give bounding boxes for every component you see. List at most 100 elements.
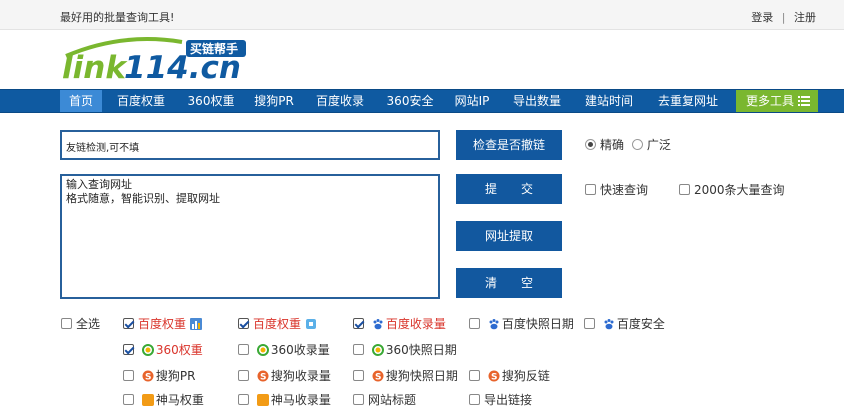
baidu-paw-icon: [489, 319, 499, 330]
svg-text:S: S: [260, 373, 266, 383]
nav-dedupe-url[interactable]: 去重复网址: [652, 90, 724, 112]
checkbox[interactable]: [353, 370, 364, 381]
fast-query-checkbox[interactable]: [585, 184, 596, 195]
checkbox[interactable]: [123, 370, 134, 381]
baidu-mobile-icon: [305, 319, 316, 329]
link-check-input[interactable]: 友链检测,可不填: [60, 130, 440, 160]
checkbox[interactable]: [353, 318, 364, 329]
select-all-option[interactable]: 全选: [61, 315, 100, 332]
site-logo[interactable]: link 114.cn 买链帮手: [62, 34, 252, 86]
checkbox[interactable]: [353, 344, 364, 355]
sogou-icon: S: [257, 370, 269, 382]
account-links: 登录 | 注册: [751, 9, 816, 25]
nav-360-weight[interactable]: 360权重: [181, 90, 241, 112]
checkbox[interactable]: [238, 344, 249, 355]
360-icon: [141, 344, 154, 356]
checkbox[interactable]: [584, 318, 595, 329]
register-link[interactable]: 注册: [794, 9, 816, 25]
opt-baidu-weight-2[interactable]: 百度权重: [238, 315, 319, 332]
checkbox[interactable]: [123, 344, 134, 355]
option-label: 百度收录量: [385, 317, 446, 331]
opt-baidu-safe[interactable]: 百度安全: [584, 315, 665, 332]
checkbox[interactable]: [469, 318, 480, 329]
option-label: 网站标题: [368, 393, 417, 407]
slogan: 最好用的批量查询工具!: [60, 11, 175, 24]
svg-text:S: S: [491, 373, 497, 383]
checkbox[interactable]: [238, 370, 249, 381]
svg-text:S: S: [375, 373, 381, 383]
nav-baidu-index[interactable]: 百度收录: [309, 90, 371, 112]
radio-broad[interactable]: [631, 139, 643, 150]
option-label: 360收录量: [270, 343, 330, 357]
fast-query-label: 快速查询: [600, 183, 649, 197]
nav-360-safe[interactable]: 360安全: [380, 90, 440, 112]
radio-broad-label: 广泛: [646, 138, 671, 152]
logo-badge: 买链帮手: [190, 41, 238, 56]
extract-url-button[interactable]: 网址提取: [456, 221, 562, 251]
radio-exact[interactable]: [585, 139, 596, 150]
fast-query-option[interactable]: 快速查询: [585, 181, 648, 198]
360-icon: [256, 344, 269, 356]
bulk-query-option[interactable]: 2000条大量查询: [679, 181, 785, 198]
shenma-icon: [141, 394, 154, 406]
sogou-icon: S: [488, 370, 500, 382]
option-label: 搜狗反链: [501, 369, 550, 383]
opt-360-weight[interactable]: 360权重: [123, 341, 203, 358]
sogou-icon: S: [142, 370, 154, 382]
radio-exact-label: 精确: [600, 138, 625, 152]
option-label: 神马收录量: [270, 393, 331, 407]
opt-sogou-backlinks[interactable]: S 搜狗反链: [469, 367, 550, 384]
select-all-checkbox[interactable]: [61, 318, 72, 329]
nav-export-count[interactable]: 导出数量: [508, 90, 566, 112]
nav-build-time[interactable]: 建站时间: [580, 90, 638, 112]
login-link[interactable]: 登录: [751, 9, 773, 25]
option-label: 百度权重: [138, 317, 187, 331]
svg-text:link: link: [62, 50, 128, 86]
submit-button[interactable]: 提 交: [456, 174, 562, 204]
opt-360-index[interactable]: 360收录量: [238, 341, 330, 358]
opt-sogou-pr[interactable]: S 搜狗PR: [123, 367, 195, 384]
bulk-query-checkbox[interactable]: [679, 184, 690, 195]
menu-icon: [798, 96, 810, 106]
match-mode: 精确 广泛: [585, 136, 671, 153]
shenma-icon: [256, 394, 269, 406]
opt-baidu-snapshot[interactable]: 百度快照日期: [469, 315, 574, 332]
checkbox[interactable]: [469, 370, 480, 381]
separator: |: [781, 11, 786, 24]
option-label: 神马权重: [155, 393, 204, 407]
select-all-label: 全选: [76, 317, 101, 331]
option-label: 搜狗收录量: [270, 369, 331, 383]
nav-site-ip[interactable]: 网站IP: [447, 90, 497, 112]
baidu-paw-icon: [373, 319, 383, 330]
top-bar: 最好用的批量查询工具! 登录 | 注册: [0, 0, 844, 30]
nav-baidu-weight[interactable]: 百度权重: [111, 90, 171, 112]
option-label: 百度快照日期: [501, 317, 574, 331]
opt-baidu-weight-1[interactable]: 百度权重: [123, 315, 204, 332]
checkbox[interactable]: [123, 318, 134, 329]
check-link-button[interactable]: 检查是否撤链: [456, 130, 562, 160]
opt-sogou-snapshot[interactable]: S 搜狗快照日期: [353, 367, 458, 384]
more-tools-button[interactable]: 更多工具: [736, 90, 818, 112]
clear-button[interactable]: 清 空: [456, 268, 562, 298]
baidu-paw-icon: [604, 319, 614, 330]
sogou-icon: S: [372, 370, 384, 382]
more-tools-label: 更多工具: [746, 94, 795, 108]
opt-sogou-index[interactable]: S 搜狗收录量: [238, 367, 331, 384]
360-icon: [371, 344, 384, 356]
option-label: 搜狗PR: [155, 369, 196, 383]
nav-sogou-pr[interactable]: 搜狗PR: [247, 90, 301, 112]
option-label: 360权重: [155, 343, 203, 357]
nav-home[interactable]: 首页: [60, 90, 102, 112]
bulk-query-label: 2000条大量查询: [694, 183, 785, 197]
option-label: 360快照日期: [385, 343, 457, 357]
option-label: 百度权重: [253, 317, 302, 331]
url-textarea[interactable]: 输入查询网址 格式随意，智能识别、提取网址: [60, 174, 440, 299]
option-label: 百度安全: [616, 317, 665, 331]
svg-text:S: S: [145, 373, 151, 383]
main-nav: 首页 百度权重 360权重 搜狗PR 百度收录 360安全 网站IP 导出数量 …: [0, 89, 844, 113]
opt-360-snapshot[interactable]: 360快照日期: [353, 341, 457, 358]
option-label: 搜狗快照日期: [385, 369, 458, 383]
baidu-weight-icon: [189, 318, 202, 330]
opt-baidu-index-count[interactable]: 百度收录量: [353, 315, 446, 332]
checkbox[interactable]: [238, 318, 249, 329]
